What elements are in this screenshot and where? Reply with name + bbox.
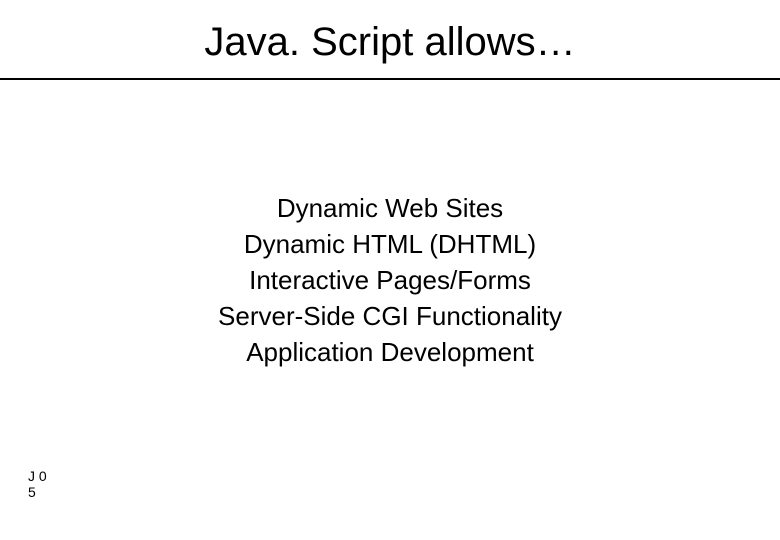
slide: Java. Script allows… Dynamic Web Sites D… [0, 0, 780, 540]
slide-title: Java. Script allows… [0, 20, 780, 65]
slide-footer: J 0 5 [28, 468, 47, 500]
body-line: Interactive Pages/Forms [0, 262, 780, 298]
body-line: Server-Side CGI Functionality [0, 298, 780, 334]
body-line: Application Development [0, 334, 780, 370]
body-line: Dynamic HTML (DHTML) [0, 226, 780, 262]
footer-line-1: J 0 [28, 468, 47, 484]
footer-line-2: 5 [28, 484, 47, 500]
slide-body: Dynamic Web Sites Dynamic HTML (DHTML) I… [0, 190, 780, 370]
title-underline [0, 78, 780, 80]
body-line: Dynamic Web Sites [0, 190, 780, 226]
